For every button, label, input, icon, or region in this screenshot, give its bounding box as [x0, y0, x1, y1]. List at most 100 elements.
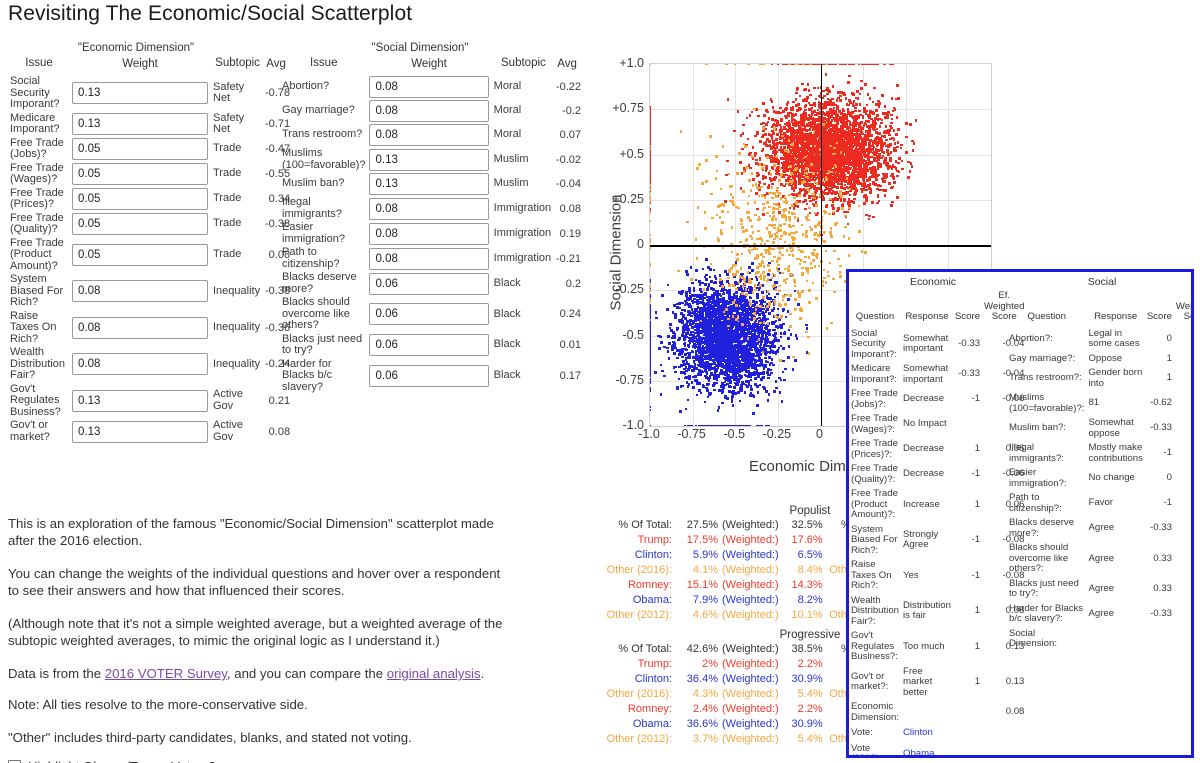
scatter-point[interactable]: [764, 390, 768, 393]
scatter-point[interactable]: [800, 188, 803, 192]
scatter-point[interactable]: [840, 160, 843, 164]
scatter-point[interactable]: [871, 182, 875, 186]
scatter-point[interactable]: [798, 108, 802, 112]
scatter-point[interactable]: [783, 64, 786, 66]
scatter-point[interactable]: [911, 149, 915, 152]
scatter-point[interactable]: [769, 368, 773, 372]
scatter-point[interactable]: [875, 127, 879, 131]
scatter-point[interactable]: [826, 117, 829, 121]
scatter-point[interactable]: [756, 207, 760, 211]
scatter-point[interactable]: [831, 85, 835, 88]
scatter-point[interactable]: [834, 197, 837, 200]
scatter-point[interactable]: [889, 143, 893, 146]
scatter-point[interactable]: [839, 147, 842, 150]
scatter-point[interactable]: [842, 109, 845, 113]
scatter-point[interactable]: [822, 198, 826, 202]
scatter-point[interactable]: [834, 190, 838, 194]
scatter-point[interactable]: [754, 134, 758, 138]
scatter-point[interactable]: [713, 281, 716, 285]
scatter-point[interactable]: [764, 169, 768, 173]
scatter-point[interactable]: [852, 104, 855, 108]
scatter-point[interactable]: [804, 129, 808, 133]
scatter-point[interactable]: [875, 201, 879, 205]
scatter-point[interactable]: [824, 138, 828, 141]
scatter-point[interactable]: [775, 168, 778, 172]
scatter-point[interactable]: [846, 81, 850, 84]
scatter-point[interactable]: [826, 180, 829, 184]
scatter-point[interactable]: [854, 170, 858, 174]
scatter-point[interactable]: [742, 123, 745, 127]
scatter-point[interactable]: [883, 105, 887, 108]
scatter-point[interactable]: [661, 294, 665, 298]
scatter-point[interactable]: [771, 145, 775, 148]
scatter-point[interactable]: [883, 135, 886, 138]
scatter-point[interactable]: [871, 201, 875, 205]
scatter-point[interactable]: [877, 102, 881, 105]
scatter-point[interactable]: [748, 114, 752, 117]
economic-weight-input[interactable]: [72, 213, 208, 235]
scatter-point[interactable]: [771, 106, 775, 109]
scatter-point[interactable]: [855, 90, 859, 93]
scatter-point[interactable]: [791, 100, 795, 104]
scatter-point[interactable]: [830, 119, 834, 122]
scatter-point[interactable]: [795, 104, 798, 108]
scatter-point[interactable]: [794, 124, 798, 128]
scatter-point[interactable]: [731, 404, 735, 408]
scatter-point[interactable]: [784, 315, 788, 319]
scatter-point[interactable]: [884, 176, 888, 179]
economic-weight-input[interactable]: [72, 389, 208, 412]
scatter-point[interactable]: [770, 371, 773, 375]
social-weight-input[interactable]: [369, 222, 489, 245]
scatter-point[interactable]: [908, 169, 912, 173]
scatter-point[interactable]: [778, 123, 781, 127]
scatter-point[interactable]: [801, 99, 805, 102]
scatter-point[interactable]: [910, 165, 914, 168]
scatter-point[interactable]: [859, 87, 863, 90]
scatter-point[interactable]: [854, 103, 858, 106]
scatter-point[interactable]: [846, 161, 850, 164]
scatter-point[interactable]: [859, 187, 863, 191]
scatter-point[interactable]: [873, 123, 876, 127]
scatter-point[interactable]: [650, 161, 652, 165]
scatter-point[interactable]: [900, 143, 904, 147]
economic-weight-input[interactable]: [72, 113, 208, 135]
scatter-point[interactable]: [824, 73, 828, 76]
scatter-point[interactable]: [708, 275, 712, 279]
scatter-point[interactable]: [776, 120, 780, 123]
scatter-point[interactable]: [762, 102, 765, 105]
scatter-point[interactable]: [683, 309, 687, 312]
scatter-point[interactable]: [724, 199, 727, 203]
scatter-point[interactable]: [876, 114, 879, 118]
scatter-point[interactable]: [863, 64, 867, 66]
scatter-point[interactable]: [849, 123, 852, 127]
scatter-point[interactable]: [815, 196, 818, 200]
scatter-point[interactable]: [893, 149, 896, 153]
scatter-point[interactable]: [660, 341, 663, 344]
scatter-point[interactable]: [792, 207, 796, 210]
scatter-point[interactable]: [808, 154, 811, 157]
scatter-point[interactable]: [709, 267, 712, 271]
scatter-point[interactable]: [802, 183, 806, 186]
scatter-point[interactable]: [701, 267, 705, 271]
scatter-point[interactable]: [650, 115, 652, 118]
scatter-point[interactable]: [783, 133, 786, 136]
scatter-point[interactable]: [762, 114, 766, 118]
scatter-point[interactable]: [782, 173, 786, 177]
scatter-point[interactable]: [792, 193, 795, 196]
scatter-point[interactable]: [792, 176, 795, 179]
scatter-point[interactable]: [780, 400, 784, 403]
scatter-point[interactable]: [757, 173, 760, 177]
scatter-point[interactable]: [885, 112, 888, 116]
scatter-point[interactable]: [882, 172, 886, 176]
scatter-point[interactable]: [758, 181, 762, 184]
scatter-point[interactable]: [840, 186, 843, 189]
scatter-point[interactable]: [914, 119, 918, 122]
scatter-point[interactable]: [740, 172, 744, 176]
scatter-point[interactable]: [854, 109, 858, 113]
scatter-point[interactable]: [841, 125, 844, 129]
scatter-point[interactable]: [868, 125, 871, 129]
scatter-point[interactable]: [749, 378, 753, 382]
scatter-point[interactable]: [830, 185, 834, 189]
scatter-point[interactable]: [890, 165, 894, 169]
scatter-point[interactable]: [864, 133, 867, 137]
